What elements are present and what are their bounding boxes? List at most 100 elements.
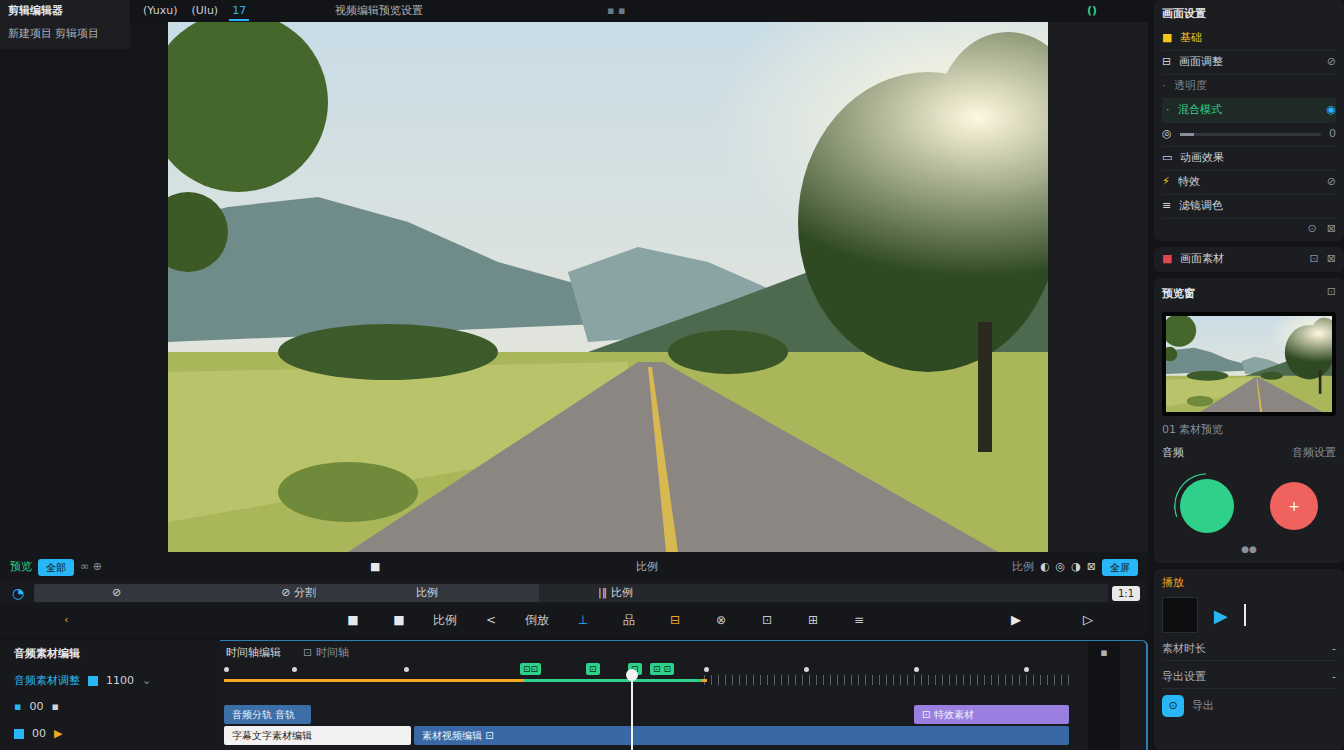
property-row[interactable]: ·透明度: [1162, 75, 1336, 99]
tool-button[interactable]: 比例: [422, 609, 468, 631]
clip[interactable]: ⊡ 特效素材: [914, 705, 1069, 724]
clip[interactable]: 音频分轨 音轨: [224, 705, 311, 724]
property-row[interactable]: ·混合模式◉: [1162, 99, 1336, 123]
scrollbar[interactable]: ▪: [1088, 641, 1120, 750]
tool-icon[interactable]: ◑: [1071, 559, 1081, 576]
fullscreen-button[interactable]: 全屏: [1102, 559, 1138, 576]
status-icon[interactable]: (): [1087, 3, 1097, 20]
play-button[interactable]: ▶: [1214, 602, 1228, 629]
scrub-label[interactable]: ⊘: [112, 585, 121, 602]
clip[interactable]: 素材视频编辑 ⊡: [414, 726, 1069, 745]
preview-label: 预览: [10, 559, 32, 576]
playhead[interactable]: [631, 673, 633, 750]
zoom-icon[interactable]: ∞ ⊕: [80, 559, 102, 576]
export-icon[interactable]: ⊙: [1162, 695, 1184, 717]
window-dots-icon: ▪ ▪: [607, 3, 1087, 20]
clip[interactable]: 字幕文字素材编辑: [224, 726, 411, 745]
audio-settings[interactable]: 音频设置: [1292, 445, 1336, 462]
media-item[interactable]: ▪: [14, 699, 21, 716]
property-row[interactable]: ◎0: [1162, 123, 1336, 147]
scrub-label[interactable]: 比例: [416, 585, 438, 602]
export-label[interactable]: 导出: [1192, 698, 1214, 715]
tool-button[interactable]: ⊗: [698, 609, 744, 631]
marker-tag[interactable]: ⊡ ⊡: [650, 663, 674, 675]
playback-row[interactable]: 导出设置-: [1162, 667, 1336, 689]
footer-icon[interactable]: ⊠: [1327, 221, 1336, 238]
stop-icon[interactable]: ■: [370, 559, 380, 576]
option-icon[interactable]: ⊘: [1327, 54, 1336, 71]
marker-tag[interactable]: ⊡: [586, 663, 600, 675]
timeline-title: 时间轴编辑: [226, 645, 281, 659]
record-button[interactable]: [1180, 479, 1234, 533]
tool-button[interactable]: ⊥: [560, 609, 606, 631]
panel-title: 音频素材编辑: [14, 646, 206, 663]
tool-icon[interactable]: ◐: [1040, 559, 1050, 576]
next-button[interactable]: ▷: [1052, 610, 1124, 630]
playhead-knob[interactable]: [626, 669, 638, 681]
tab[interactable]: (Yuxu): [140, 2, 181, 21]
property-row[interactable]: ⚡特效⊘: [1162, 171, 1336, 195]
tool-button[interactable]: 品: [606, 609, 652, 631]
media-item[interactable]: ▪: [51, 699, 58, 716]
caret-icon[interactable]: ⌄: [142, 673, 151, 690]
tool-button[interactable]: ■: [330, 609, 376, 631]
play-button[interactable]: ▶: [980, 610, 1052, 630]
preview-badge[interactable]: 全部: [38, 559, 74, 576]
export-button[interactable]: ⊙ 导出: [1162, 695, 1336, 717]
marker-tag[interactable]: ⊡⊡: [520, 663, 541, 675]
tab[interactable]: 17: [229, 2, 249, 21]
back-icon[interactable]: ‹: [64, 612, 330, 629]
view-toggle[interactable]: ⊡ 时间轴: [303, 645, 349, 659]
tool-button[interactable]: ⊞: [790, 609, 836, 631]
adjust-label[interactable]: 音频素材调整: [14, 673, 80, 690]
tab[interactable]: (Ulu): [189, 2, 222, 21]
tool-icon[interactable]: ◎: [1056, 559, 1066, 576]
slider-track[interactable]: [1180, 133, 1321, 136]
thumbnail-caption: 01 素材预览: [1162, 422, 1336, 439]
tool-button[interactable]: ■: [376, 609, 422, 631]
properties-panel: 画面设置■基础⊟画面调整⊘·透明度·混合模式◉◎0▭动画效果⚡特效⊘≡滤镜调色⊙…: [1154, 0, 1344, 241]
property-row[interactable]: ⊟画面调整⊘: [1162, 51, 1336, 75]
media-item[interactable]: 00: [32, 726, 46, 743]
scrub-label[interactable]: |‖ 比例: [598, 585, 633, 602]
clock-icon[interactable]: ◔: [12, 583, 30, 604]
play-icon[interactable]: ▶: [54, 726, 62, 743]
ratio-label[interactable]: 比例: [1012, 559, 1034, 576]
property-row[interactable]: ■基础: [1162, 27, 1336, 51]
property-icon: ⚡: [1162, 174, 1170, 191]
property-row[interactable]: ≡滤镜调色: [1162, 195, 1336, 219]
media-item[interactable]: 00: [29, 699, 43, 716]
ratio-label[interactable]: 比例: [636, 559, 658, 576]
tool-icon[interactable]: ⊠: [1087, 559, 1096, 576]
page-dots[interactable]: ●●: [1162, 543, 1336, 557]
progress-track[interactable]: ⊡⊡⊡⊡⊡ ⊡: [224, 679, 1072, 682]
tool-button[interactable]: 倒放: [514, 609, 560, 631]
tool-button[interactable]: ⊟: [652, 609, 698, 631]
tool-button[interactable]: ⊡: [744, 609, 790, 631]
row-value: -: [1332, 641, 1336, 658]
card-action-icon[interactable]: ⊡: [1327, 284, 1336, 307]
color-swatch: [14, 729, 24, 739]
ruler-marker: [404, 667, 409, 672]
action-icon[interactable]: ⊡: [1310, 251, 1319, 268]
tool-button[interactable]: <: [468, 609, 514, 631]
option-icon[interactable]: ⊘: [1327, 174, 1336, 191]
ruler-marker: [914, 667, 919, 672]
ratio-badge[interactable]: 1:1: [1112, 586, 1140, 601]
stop-button[interactable]: +: [1270, 482, 1318, 530]
adjust-value[interactable]: 1100: [106, 673, 134, 690]
property-icon: ⊟: [1162, 54, 1171, 71]
option-icon[interactable]: ◉: [1326, 102, 1336, 119]
tool-button[interactable]: ≡: [836, 609, 882, 631]
scroll-icon[interactable]: ▪: [1100, 645, 1107, 662]
playback-row[interactable]: 素材时长-: [1162, 639, 1336, 661]
property-icon: ·: [1166, 102, 1170, 119]
action-icon[interactable]: ⊠: [1327, 251, 1336, 268]
scrub-label[interactable]: ⊘ 分割: [281, 585, 316, 602]
property-row[interactable]: ▭动画效果: [1162, 147, 1336, 171]
footer-icon[interactable]: ⊙: [1308, 221, 1317, 238]
material-row[interactable]: ■画面素材⊡⊠: [1154, 247, 1344, 272]
timeline-canvas[interactable]: ⊡⊡⊡⊡⊡ ⊡ 音频分轨 音轨 ⊡ 特效素材字幕文字素材编辑素材视频编辑 ⊡: [224, 663, 1072, 750]
scrub-track[interactable]: ⊘ ⊘ 分割 比例 |‖ 比例: [34, 584, 1108, 602]
adjust-row[interactable]: 音频素材调整 1100 ⌄: [14, 673, 206, 690]
